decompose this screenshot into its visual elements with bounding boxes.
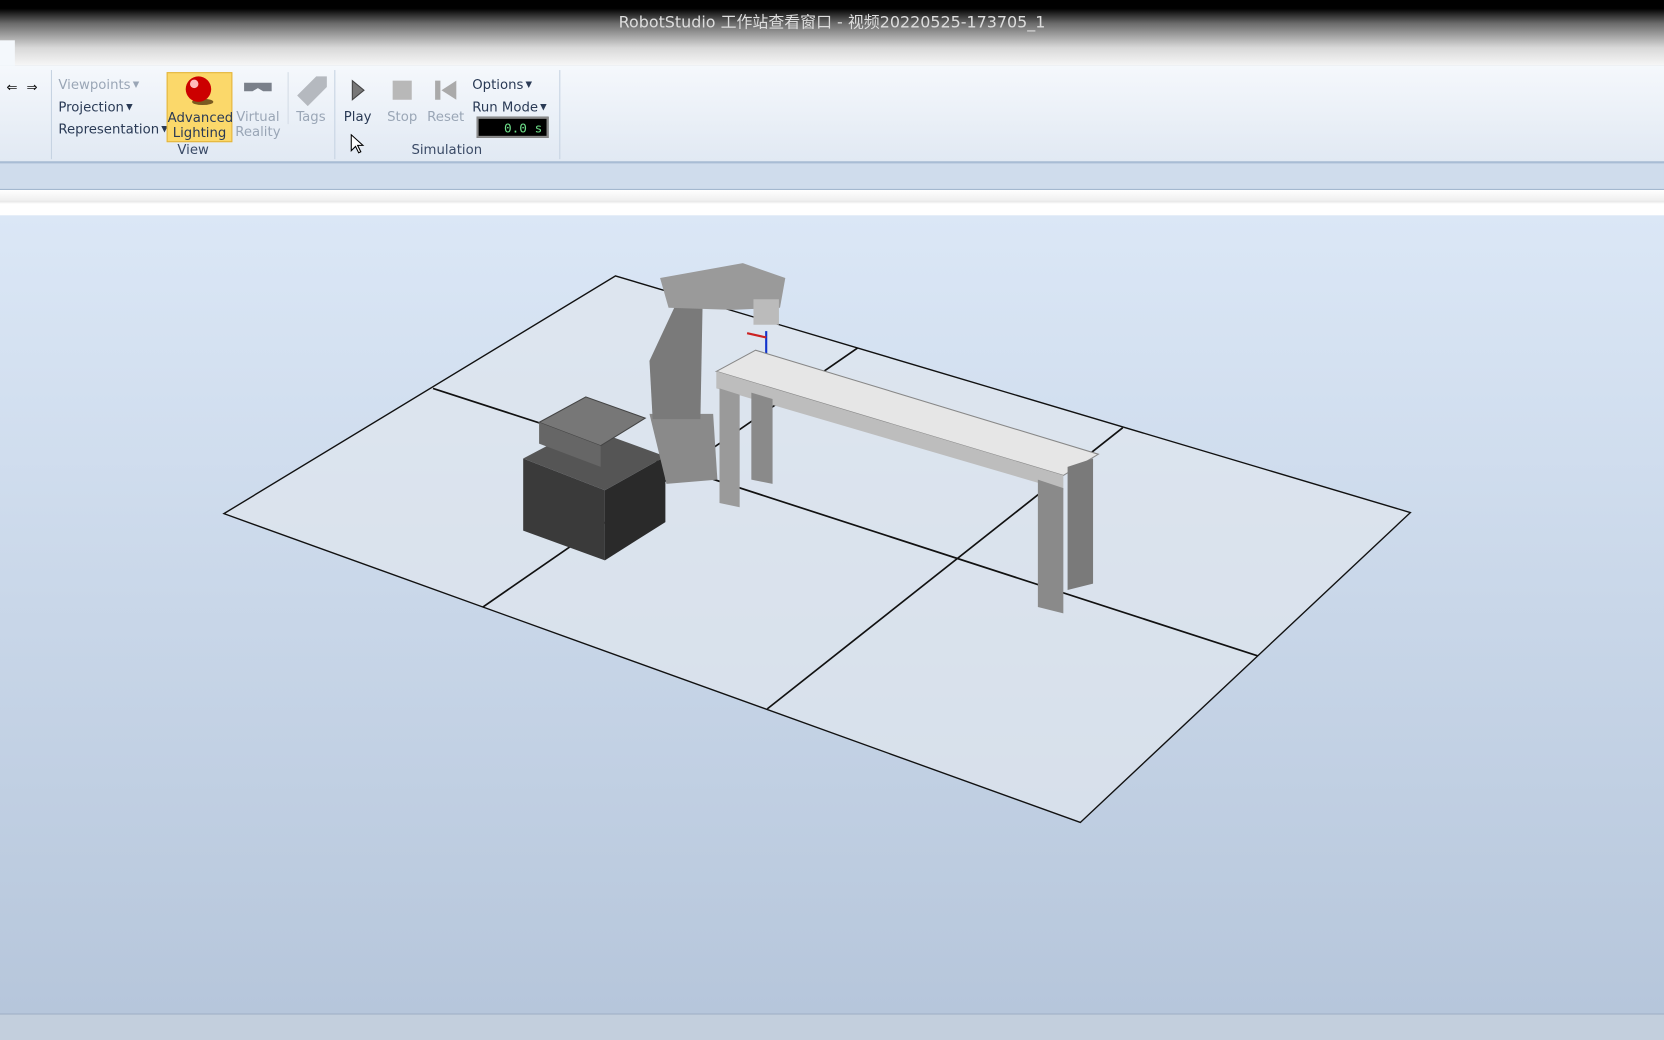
simulation-group: Play Stop Reset Options ▼ Run Mode ▼ Simul… [334, 70, 561, 160]
floor-plane [222, 275, 1412, 824]
tag-icon [297, 76, 327, 107]
run-mode-dropdown[interactable]: Run Mode ▼ [472, 99, 546, 115]
reset-icon [435, 80, 457, 100]
mouse-cursor-icon [350, 133, 365, 154]
view-group-label: View [177, 141, 209, 158]
projection-dropdown[interactable]: Projection ▼ [58, 99, 132, 115]
ribbon: ⇐ ⇒ Viewpoints ▼ Projection ▼ Representati… [0, 65, 1664, 164]
status-bar [0, 1013, 1664, 1040]
tags-button[interactable]: Tags [287, 72, 334, 125]
arrow-right-icon[interactable]: ⇒ [27, 79, 38, 95]
station-scene[interactable] [0, 215, 1664, 1013]
simulation-time-display: 0.0 s [476, 116, 549, 138]
vr-headset-icon [244, 82, 272, 92]
viewport-header [0, 189, 1664, 216]
options-dropdown[interactable]: Options ▼ [472, 76, 532, 92]
view-group: Viewpoints ▼ Projection ▼ Representation ▼ … [50, 70, 336, 160]
viewpoints-dropdown[interactable]: Viewpoints ▼ [58, 76, 139, 92]
arrow-left-icon[interactable]: ⇐ [6, 79, 17, 95]
play-button[interactable]: Play [341, 72, 375, 124]
simulation-group-label: Simulation [411, 141, 483, 158]
window-title: RobotStudio 工作站查看窗口 - 视频20220525-173705_… [618, 12, 1046, 32]
title-bar: RobotStudio 工作站查看窗口 - 视频20220525-173705_… [0, 0, 1664, 66]
stop-icon [392, 80, 412, 100]
stop-button[interactable]: Stop [383, 72, 421, 124]
advanced-lighting-button[interactable]: Advanced Lighting [166, 72, 233, 143]
play-icon [351, 79, 365, 101]
representation-dropdown[interactable]: Representation ▼ [58, 121, 167, 137]
3d-viewport[interactable] [0, 215, 1664, 1014]
sphere-light-icon [185, 76, 214, 106]
reset-button[interactable]: Reset [426, 72, 466, 124]
ribbon-tab[interactable] [0, 40, 15, 66]
virtual-reality-button[interactable]: Virtual Reality [232, 72, 283, 139]
document-tab-strip [0, 163, 1664, 190]
